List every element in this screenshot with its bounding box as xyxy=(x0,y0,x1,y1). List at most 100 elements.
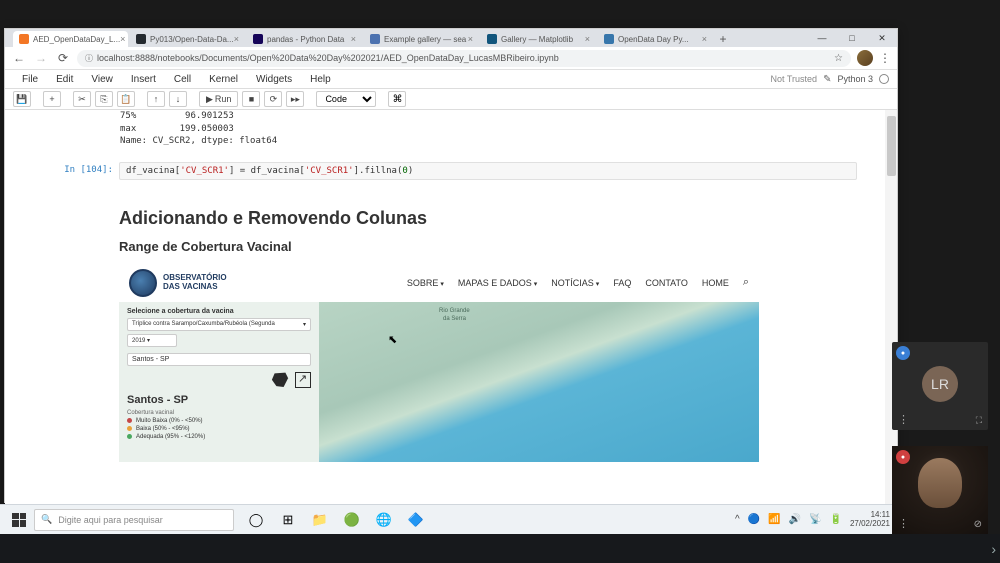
tab-title: Py013/Open-Data-Da... xyxy=(150,35,234,44)
site-header: OBSERVATÓRIO DAS VACINAS SOBRE▾ MAPAS E … xyxy=(119,264,759,302)
run-all-button[interactable]: ▸▸ xyxy=(286,91,304,107)
back-button[interactable]: ← xyxy=(11,50,27,66)
windows-taskbar: 🔍 Digite aqui para pesquisar ◯ ⊞ 📁 🟢 🌐 🔷… xyxy=(0,504,900,534)
chrome-icon[interactable]: 🌐 xyxy=(374,510,394,530)
map-canvas[interactable]: Rio Grande da Serra xyxy=(319,302,759,462)
menu-file[interactable]: File xyxy=(13,74,47,85)
run-button[interactable]: ▶ Run xyxy=(199,91,238,107)
browser-tab[interactable]: pandas - Python Data × xyxy=(247,31,362,47)
city-search-input[interactable]: Santos - SP xyxy=(127,353,311,366)
minimize-button[interactable]: — xyxy=(807,29,837,47)
code-input[interactable]: df_vacina['CV_SCR1'] = df_vacina['CV_SCR… xyxy=(119,162,857,180)
menu-edit[interactable]: Edit xyxy=(47,74,82,85)
cortana-icon[interactable]: ◯ xyxy=(246,510,266,530)
battery-icon[interactable]: 🔋 xyxy=(830,514,842,525)
tab-close-icon[interactable]: × xyxy=(351,34,356,44)
site-info-icon[interactable]: ⓘ xyxy=(85,53,93,64)
paste-button[interactable]: 📋 xyxy=(117,91,135,107)
new-tab-button[interactable]: + xyxy=(715,31,731,47)
cut-button[interactable]: ✂ xyxy=(73,91,91,107)
menu-widgets[interactable]: Widgets xyxy=(247,74,301,85)
url-text: localhost:8888/notebooks/Documents/Open%… xyxy=(97,53,559,63)
menu-kernel[interactable]: Kernel xyxy=(200,74,247,85)
volume-icon[interactable]: 🔊 xyxy=(789,514,801,525)
task-view-icon[interactable]: ⊞ xyxy=(278,510,298,530)
chevron-down-icon: ▾ xyxy=(440,281,444,288)
tray-app-icon[interactable]: 🔵 xyxy=(748,514,760,525)
restart-button[interactable]: ⟳ xyxy=(264,91,282,107)
nav-noticias[interactable]: NOTÍCIAS▾ xyxy=(551,278,599,288)
move-down-button[interactable]: ↓ xyxy=(169,91,187,107)
tab-close-icon[interactable]: × xyxy=(702,34,707,44)
tile-expand-icon[interactable]: ⛶ xyxy=(976,415,982,426)
chrome-window: AED_OpenDataDay_L... × Py013/Open-Data-D… xyxy=(4,28,898,503)
tile-menu-icon[interactable]: ⋮ xyxy=(898,413,909,426)
cell-prompt: In [104]: xyxy=(55,162,119,180)
menu-view[interactable]: View xyxy=(82,74,122,85)
browser-tab[interactable]: Gallery — Matplotlib × xyxy=(481,31,596,47)
move-up-button[interactable]: ↑ xyxy=(147,91,165,107)
tab-close-icon[interactable]: × xyxy=(120,34,125,44)
start-button[interactable] xyxy=(4,507,34,533)
legend-item: Adequada (95% - <120%) xyxy=(127,434,311,440)
system-tray: ^ 🔵 📶 🔊 📡 🔋 14:11 27/02/2021 xyxy=(735,511,896,529)
scrollbar-thumb[interactable] xyxy=(887,116,896,176)
explorer-icon[interactable]: 📁 xyxy=(310,510,330,530)
wifi-icon[interactable]: 📶 xyxy=(768,514,780,525)
url-input[interactable]: ⓘ localhost:8888/notebooks/Documents/Ope… xyxy=(77,50,851,67)
python-favicon xyxy=(604,34,614,44)
add-cell-button[interactable]: + xyxy=(43,91,61,107)
video-participant-tile[interactable]: ● ⋮ ⊘ xyxy=(892,446,988,534)
forward-button[interactable]: → xyxy=(33,50,49,66)
expand-icon[interactable] xyxy=(295,372,311,388)
trust-status[interactable]: Not Trusted xyxy=(771,74,818,84)
browser-tab[interactable]: OpenData Day Py... × xyxy=(598,31,713,47)
video-participant-tile[interactable]: ● LR ⋮ ⛶ xyxy=(892,342,988,430)
mic-muted-icon[interactable]: ⊘ xyxy=(974,519,982,530)
save-button[interactable]: 💾 xyxy=(13,91,31,107)
tab-title: Example gallery — sea xyxy=(384,35,466,44)
brazil-map-icon[interactable] xyxy=(271,372,289,388)
browser-tab[interactable]: Example gallery — sea × xyxy=(364,31,479,47)
stop-button[interactable]: ■ xyxy=(242,91,260,107)
legend-item: Muito Baixa (0% - <50%) xyxy=(127,418,311,424)
nav-faq[interactable]: FAQ xyxy=(613,278,631,288)
vaccine-dropdown[interactable]: Tríplice contra Sarampo/Caxumba/Rubéola … xyxy=(127,318,311,331)
search-icon[interactable]: ⌕ xyxy=(743,276,749,289)
tab-close-icon[interactable]: × xyxy=(468,34,473,44)
close-window-button[interactable]: ✕ xyxy=(867,29,897,47)
app-icon[interactable]: 🟢 xyxy=(342,510,362,530)
nav-sobre[interactable]: SOBRE▾ xyxy=(407,278,444,288)
notebook-area[interactable]: 75% 96.901253 max 199.050003 Name: CV_SC… xyxy=(5,110,897,524)
browser-tab[interactable]: Py013/Open-Data-Da... × xyxy=(130,31,245,47)
nav-mapas[interactable]: MAPAS E DADOS▾ xyxy=(458,278,537,288)
menu-insert[interactable]: Insert xyxy=(122,74,165,85)
menu-cell[interactable]: Cell xyxy=(165,74,200,85)
chevron-right-icon[interactable]: › xyxy=(991,541,996,557)
browser-tab-active[interactable]: AED_OpenDataDay_L... × xyxy=(13,31,128,47)
year-dropdown[interactable]: 2019 ▾ xyxy=(127,334,177,347)
nav-contato[interactable]: CONTATO xyxy=(645,278,688,288)
taskbar-search-input[interactable]: 🔍 Digite aqui para pesquisar xyxy=(34,509,234,531)
command-palette-button[interactable]: ⌘ xyxy=(388,91,406,107)
menu-help[interactable]: Help xyxy=(301,74,340,85)
copy-button[interactable]: ⎘ xyxy=(95,91,113,107)
app-icon-2[interactable]: 🔷 xyxy=(406,510,426,530)
edit-icon[interactable]: ✎ xyxy=(823,74,831,85)
tile-menu-icon[interactable]: ⋮ xyxy=(898,517,909,530)
tab-close-icon[interactable]: × xyxy=(234,34,239,44)
reload-button[interactable]: ⟳ xyxy=(55,50,71,66)
cell-type-select[interactable]: Code xyxy=(316,91,376,107)
network-icon[interactable]: 📡 xyxy=(809,514,821,525)
tab-close-icon[interactable]: × xyxy=(585,34,590,44)
profile-avatar[interactable] xyxy=(857,50,873,66)
bookmark-star-icon[interactable]: ☆ xyxy=(834,53,843,64)
windows-logo-icon xyxy=(12,513,26,527)
maximize-button[interactable]: □ xyxy=(837,29,867,47)
nav-home[interactable]: HOME xyxy=(702,278,729,288)
tray-overflow-icon[interactable]: ^ xyxy=(735,514,740,525)
chrome-menu-icon[interactable]: ⋮ xyxy=(879,51,891,65)
code-cell[interactable]: In [104]: df_vacina['CV_SCR1'] = df_vaci… xyxy=(55,162,857,180)
taskbar-clock[interactable]: 14:11 27/02/2021 xyxy=(850,511,890,529)
kernel-name[interactable]: Python 3 xyxy=(837,74,873,84)
